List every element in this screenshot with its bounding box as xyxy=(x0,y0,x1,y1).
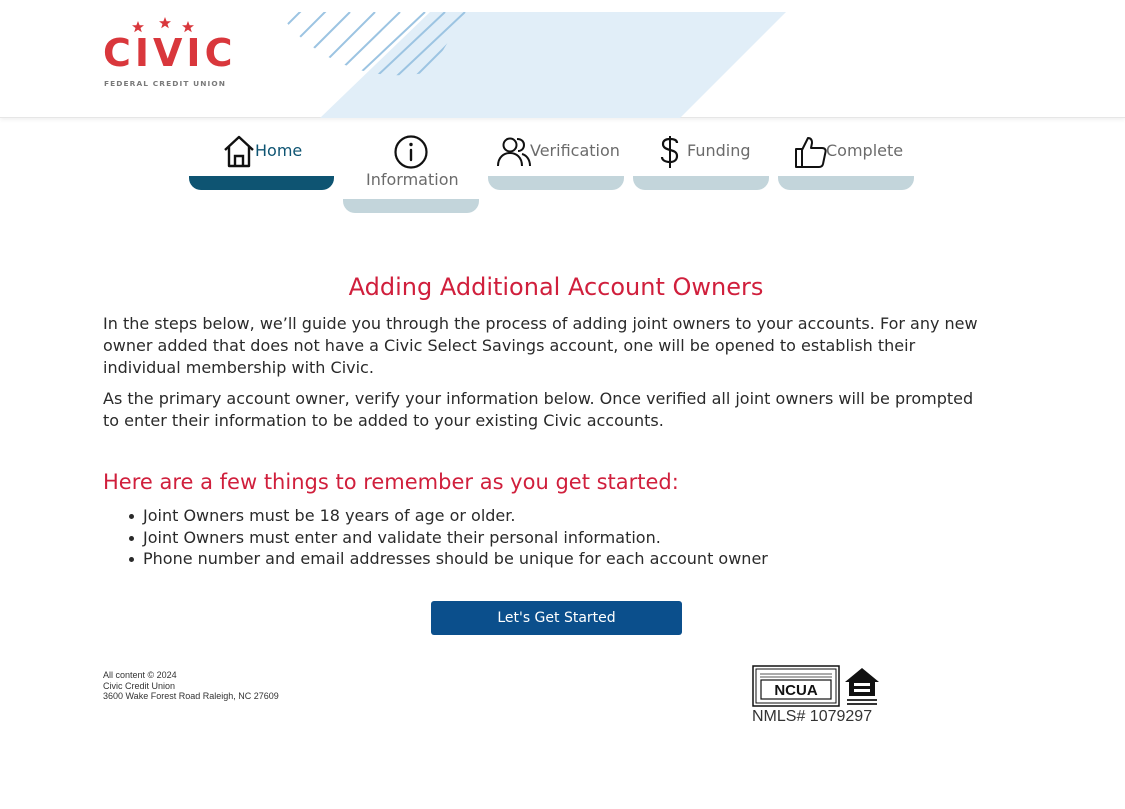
verify-paragraph: As the primary account owner, verify you… xyxy=(103,389,974,430)
step-funding[interactable]: Funding xyxy=(633,132,770,192)
logo-wordmark: CIVIC xyxy=(103,31,237,75)
reminders-list: Joint Owners must be 18 years of age or … xyxy=(103,505,768,570)
footer-org-name: Civic Credit Union xyxy=(103,680,176,691)
users-icon xyxy=(497,137,531,167)
dollar-icon xyxy=(660,136,679,168)
step-bar-complete xyxy=(778,176,914,190)
step-bar-verification xyxy=(488,176,624,190)
intro-paragraph: In the steps below, we’ll guide you thro… xyxy=(103,314,978,377)
reminders-heading: Here are a few things to remember as you… xyxy=(103,470,679,494)
list-item: Phone number and email addresses should … xyxy=(103,548,768,570)
ncua-logo: NCUA xyxy=(752,665,840,707)
step-label-funding: Funding xyxy=(687,141,751,160)
step-bar-home xyxy=(189,176,334,190)
info-icon xyxy=(394,135,428,169)
step-home[interactable]: Home xyxy=(189,132,335,192)
home-icon xyxy=(224,135,254,168)
step-complete[interactable]: Complete xyxy=(778,132,915,192)
step-information[interactable]: Information xyxy=(343,132,480,214)
get-started-button[interactable]: Let's Get Started xyxy=(431,601,682,635)
step-label-information: Information xyxy=(366,170,459,189)
ncua-logo-text: NCUA xyxy=(774,682,817,699)
nmls-number: NMLS# 1079297 xyxy=(752,708,873,725)
page-title: Adding Additional Account Owners xyxy=(348,273,764,301)
footer-address-block: All content © 2024 Civic Credit Union 36… xyxy=(103,670,279,702)
step-bar-information xyxy=(343,199,479,213)
step-label-home: Home xyxy=(255,141,303,160)
list-item: Joint Owners must enter and validate the… xyxy=(103,527,768,549)
site-header: CIVIC FEDERAL CREDIT UNION xyxy=(0,0,1125,118)
footer-address: 3600 Wake Forest Road Raleigh, NC 27609 xyxy=(103,691,279,701)
header-decoration xyxy=(280,12,786,118)
civic-logo[interactable]: CIVIC FEDERAL CREDIT UNION xyxy=(103,16,232,88)
step-label-verification: Verification xyxy=(530,141,620,160)
footer-copyright: All content © 2024 xyxy=(103,670,177,680)
step-bar-funding xyxy=(633,176,769,190)
logo-tagline: FEDERAL CREDIT UNION xyxy=(104,79,227,88)
step-label-complete: Complete xyxy=(826,141,904,160)
equal-housing-icon xyxy=(845,668,879,705)
list-item: Joint Owners must be 18 years of age or … xyxy=(103,505,768,527)
thumbs-up-icon xyxy=(795,137,827,168)
step-verification[interactable]: Verification xyxy=(488,132,625,192)
